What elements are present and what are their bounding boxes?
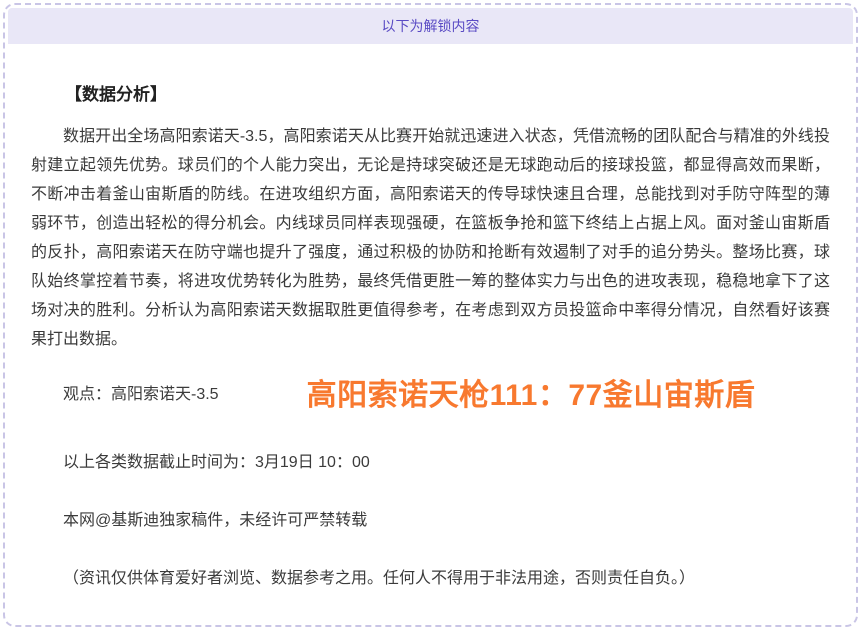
viewpoint-row: 观点：高阳索诺天-3.5 高阳索诺天枪111：77釜山宙斯盾 [31, 370, 830, 414]
score-highlight: 高阳索诺天枪111：77釜山宙斯盾 [307, 370, 756, 414]
data-deadline: 以上各类数据截止时间为：3月19日 10：00 [31, 448, 830, 472]
copyright-notice: 本网@基斯迪独家稿件，未经许可严禁转载 [31, 506, 830, 530]
unlock-banner: 以下为解锁内容 [8, 8, 853, 44]
page-viewport: 以下为解锁内容 【数据分析】 数据开出全场高阳索诺天-3.5，高阳索诺天从比赛开… [0, 0, 861, 630]
unlocked-content-panel: 以下为解锁内容 【数据分析】 数据开出全场高阳索诺天-3.5，高阳索诺天从比赛开… [3, 3, 858, 627]
section-title: 【数据分析】 [31, 80, 830, 105]
disclaimer: （资讯仅供体育爱好者浏览、数据参考之用。任何人不得用于非法用途，否则责任自负。） [31, 564, 830, 588]
analysis-paragraph: 数据开出全场高阳索诺天-3.5，高阳索诺天从比赛开始就迅速进入状态，凭借流畅的团… [31, 122, 830, 354]
article-content: 【数据分析】 数据开出全场高阳索诺天-3.5，高阳索诺天从比赛开始就迅速进入状态… [5, 44, 856, 588]
viewpoint-label: 观点：高阳索诺天-3.5 [31, 380, 219, 404]
